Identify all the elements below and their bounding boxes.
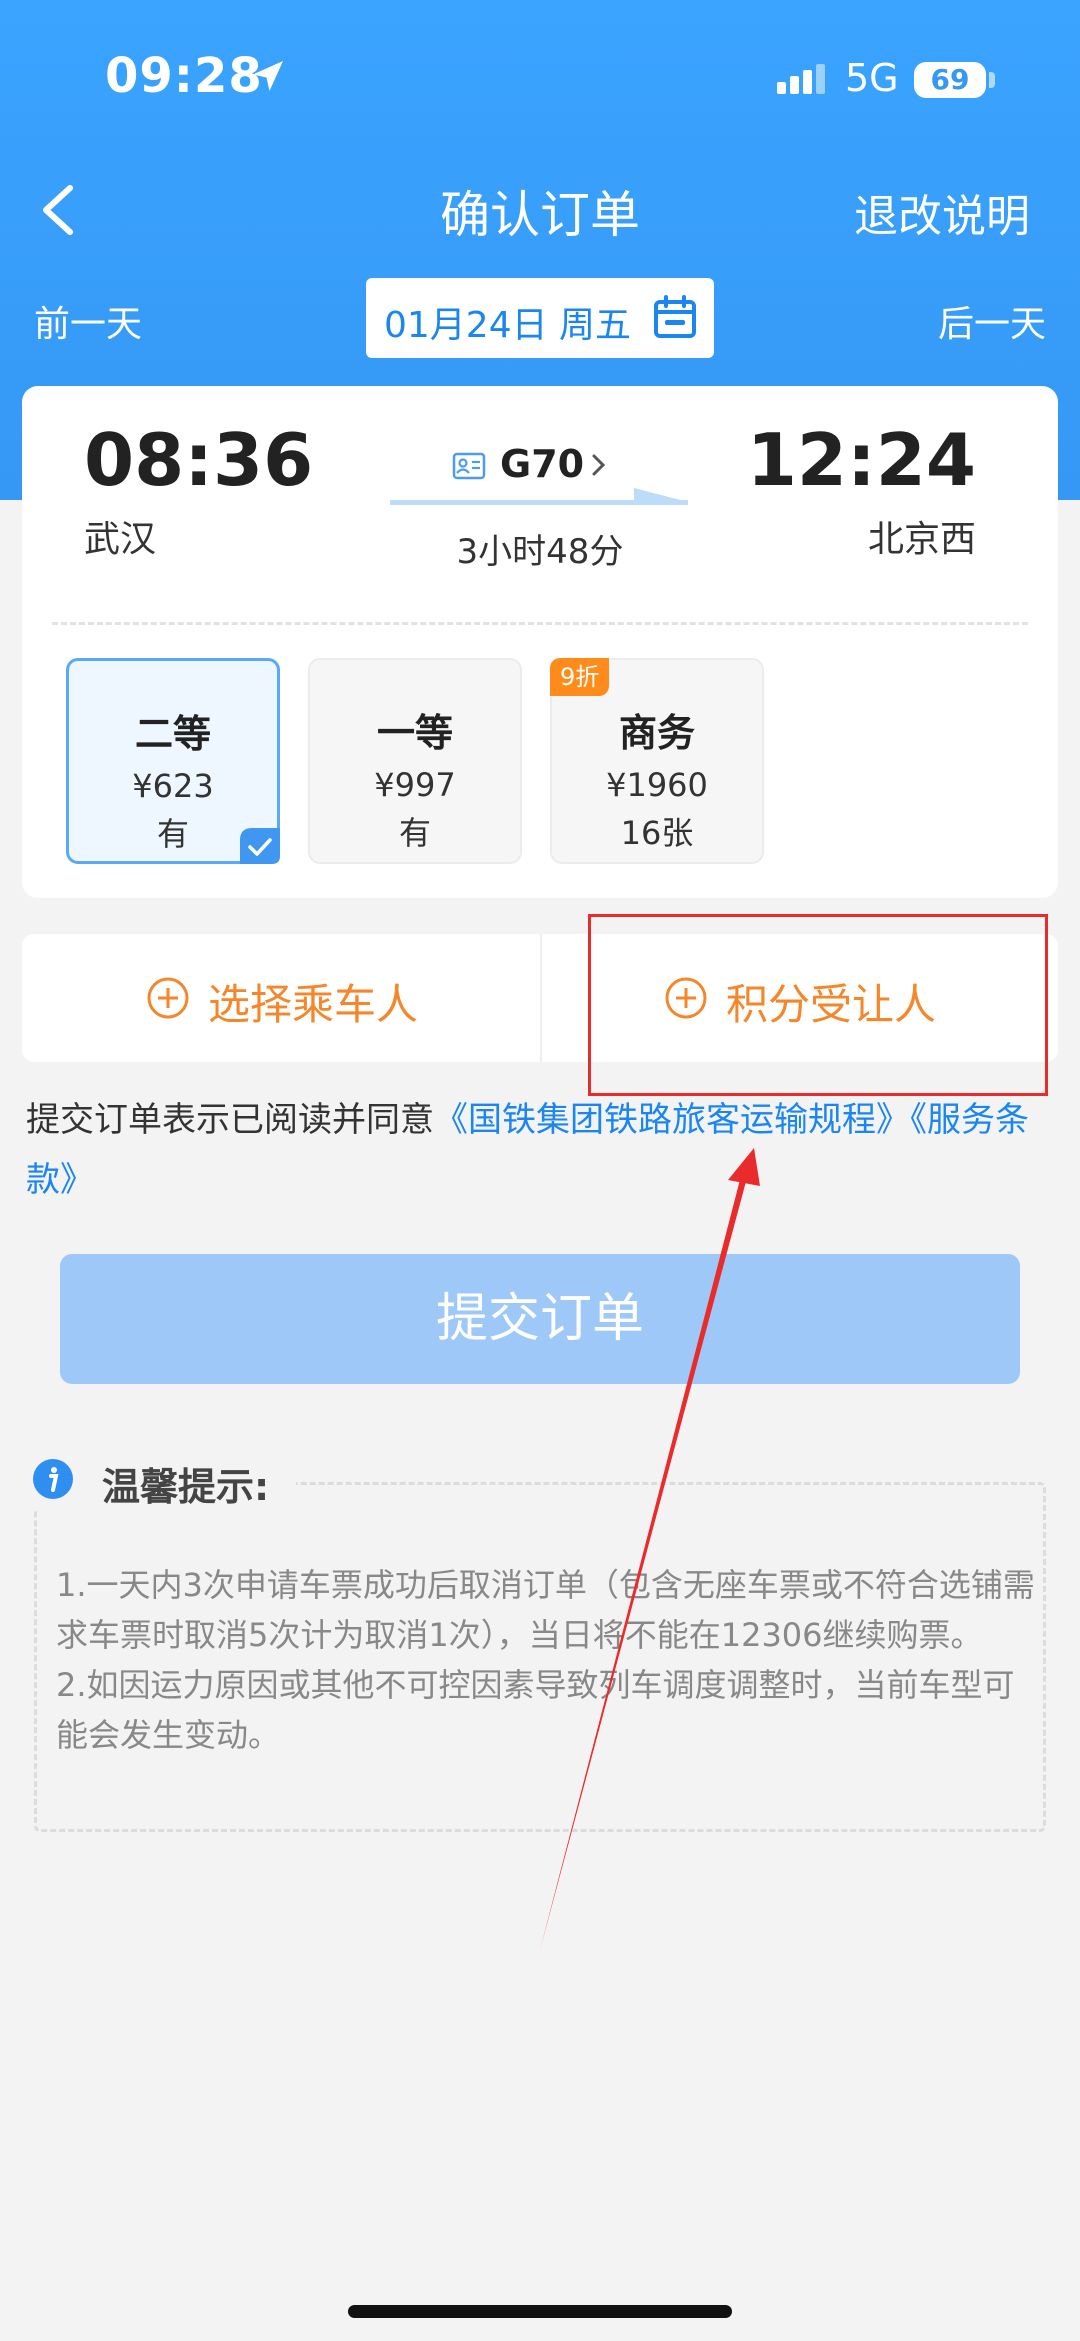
location-arrow-icon — [253, 61, 283, 91]
select-passenger-button[interactable]: 选择乘车人 — [22, 934, 540, 1062]
transport-rules-link[interactable]: 《国铁集团铁路旅客运输规程》 — [434, 1100, 910, 1140]
seat-price: ¥997 — [374, 766, 456, 804]
calendar-icon — [654, 295, 696, 338]
battery-level: 69 — [914, 62, 986, 98]
agreement-text: 提交订单表示已阅读并同意《国铁集团铁路旅客运输规程》《服务条款》 — [26, 1090, 1036, 1210]
selected-check-icon — [240, 828, 280, 864]
seat-class-name: 二等 — [134, 712, 211, 756]
discount-badge: 9折 — [550, 658, 610, 696]
status-time: 09:28 — [105, 48, 263, 104]
seat-option-business-class[interactable]: 9折 商务 ¥1960 16张 — [550, 658, 764, 864]
tips-content: 1.一天内3次申请车票成功后取消订单（包含无座车票或不符合选铺需求车票时取消5次… — [56, 1560, 1036, 1760]
card-divider — [52, 622, 1028, 625]
prev-day-button[interactable]: 前一天 — [34, 295, 142, 347]
add-circle-icon — [147, 977, 189, 1019]
home-indicator[interactable] — [348, 2305, 732, 2318]
id-card-icon — [452, 452, 486, 480]
tip-item: 2.如因运力原因或其他不可控因素导致列车调度调整时，当前车型可能会发生变动。 — [56, 1666, 1015, 1754]
selected-date: 01月24日 周五 — [384, 305, 632, 346]
train-info-card: 08:36 武汉 12:24 北京西 G70 3小时48分 二等 ¥623 有 … — [22, 386, 1058, 898]
arrival-time: 12:24 — [746, 418, 976, 502]
route-arrow — [390, 488, 688, 505]
battery-cap — [989, 72, 995, 88]
next-day-button[interactable]: 后一天 — [938, 295, 1046, 347]
travel-duration: 3小时48分 — [456, 532, 624, 572]
seat-class-name: 商务 — [618, 711, 695, 755]
train-number[interactable]: G70 — [500, 442, 584, 486]
refund-rules-link[interactable]: 退改说明 — [854, 180, 1030, 244]
select-passenger-label: 选择乘车人 — [208, 980, 419, 1029]
seat-availability: 16张 — [620, 814, 694, 852]
status-bar: 09:28 5G 69 — [0, 0, 1080, 150]
cellular-signal-icon — [777, 64, 825, 94]
tip-item: 1.一天内3次申请车票成功后取消订单（包含无座车票或不符合选铺需求车票时取消5次… — [56, 1566, 1035, 1654]
seat-price: ¥623 — [132, 767, 214, 805]
seat-option-first-class[interactable]: 一等 ¥997 有 — [308, 658, 522, 864]
info-icon — [33, 1459, 73, 1499]
submit-order-button[interactable]: 提交订单 — [60, 1254, 1020, 1384]
seat-class-name: 一等 — [376, 711, 453, 755]
date-picker[interactable]: 01月24日 周五 — [366, 278, 714, 358]
agreement-prefix: 提交订单表示已阅读并同意 — [26, 1100, 434, 1140]
seat-option-second-class[interactable]: 二等 ¥623 有 — [66, 658, 280, 864]
tips-title: 温馨提示: — [102, 1465, 270, 1509]
network-type: 5G — [845, 56, 899, 100]
departure-time: 08:36 — [84, 418, 314, 502]
seat-availability: 有 — [398, 814, 431, 852]
chevron-right-icon — [592, 454, 606, 476]
seat-price: ¥1960 — [606, 766, 708, 804]
annotation-highlight-box — [588, 914, 1048, 1096]
